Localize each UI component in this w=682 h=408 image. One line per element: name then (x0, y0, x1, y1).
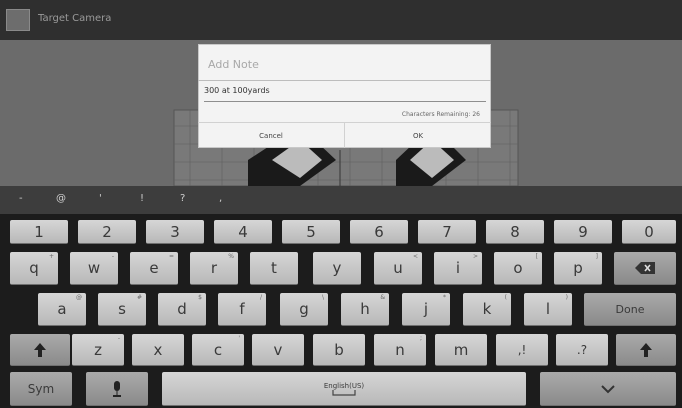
key-v[interactable]: v (252, 334, 304, 366)
key-e[interactable]: e = (130, 252, 178, 285)
characters-remaining: Characters Remaining: 26 (401, 111, 480, 118)
key-6[interactable]: 6 (350, 220, 408, 244)
key-w[interactable]: w- (70, 252, 118, 285)
done-key[interactable]: Done (584, 293, 676, 326)
voice-input-key[interactable] (86, 372, 148, 406)
key-o[interactable]: o[ (494, 252, 542, 285)
key-r[interactable]: r% (190, 252, 238, 285)
shift-key-left[interactable] (10, 334, 70, 366)
sym-key[interactable]: Sym (10, 372, 72, 406)
strip-dash[interactable]: - (19, 193, 23, 204)
key-7[interactable]: 7 (418, 220, 476, 244)
key-8[interactable]: 8 (486, 220, 544, 244)
backspace-key[interactable] (614, 252, 676, 285)
strip-comma[interactable]: , (219, 193, 222, 204)
dialog-title: Add Note (208, 58, 259, 71)
key-j[interactable]: j * (402, 293, 450, 326)
key-f[interactable]: f / (218, 293, 266, 326)
key-1[interactable]: 1 (10, 220, 68, 244)
strip-apostrophe[interactable]: ' (99, 193, 102, 204)
key-n[interactable]: n; (374, 334, 426, 366)
note-input[interactable]: 300 at 100yards (204, 86, 486, 102)
spacebar-icon (332, 389, 356, 396)
dialog-divider (198, 80, 491, 81)
key-5[interactable]: 5 (282, 220, 340, 244)
key-h[interactable]: h & (341, 293, 389, 326)
ok-button[interactable]: OK (345, 123, 491, 148)
key-2[interactable]: 2 (78, 220, 136, 244)
space-language-label: English(US) (323, 381, 365, 390)
strip-question[interactable]: ? (180, 193, 185, 204)
cancel-button[interactable]: Cancel (198, 123, 344, 148)
key-comma[interactable]: ,! (496, 334, 548, 366)
backspace-icon (635, 262, 655, 274)
shift-arrow-icon (34, 342, 46, 357)
shift-arrow-icon (640, 342, 652, 357)
chevron-down-icon (601, 384, 615, 393)
key-3[interactable]: 3 (146, 220, 204, 244)
key-l[interactable]: l) (524, 293, 572, 326)
strip-at[interactable]: @ (56, 193, 66, 204)
key-4[interactable]: 4 (214, 220, 272, 244)
space-key[interactable]: English(US) (162, 372, 526, 406)
key-b[interactable]: b (313, 334, 365, 366)
key-0[interactable]: 0 (622, 220, 676, 244)
key-q[interactable]: q + (10, 252, 58, 285)
key-m[interactable]: m (435, 334, 487, 366)
key-s[interactable]: s # (98, 293, 146, 326)
key-d[interactable]: d $ (158, 293, 206, 326)
strip-exclamation[interactable]: ! (140, 193, 144, 204)
key-y[interactable]: y (313, 252, 361, 285)
microphone-icon (113, 380, 121, 397)
key-i[interactable]: i > (434, 252, 482, 285)
key-p[interactable]: p] (554, 252, 602, 285)
key-x[interactable]: x (132, 334, 184, 366)
app-icon (6, 9, 30, 31)
key-c[interactable]: c ' (192, 334, 244, 366)
key-u[interactable]: u < (374, 252, 422, 285)
key-t[interactable]: t (250, 252, 298, 285)
shift-key-right[interactable] (616, 334, 676, 366)
key-period[interactable]: .? (556, 334, 608, 366)
key-g[interactable]: g \ (280, 293, 328, 326)
key-z[interactable]: z- (72, 334, 124, 366)
key-9[interactable]: 9 (554, 220, 612, 244)
symbol-strip (0, 186, 682, 214)
hide-keyboard-key[interactable] (540, 372, 676, 406)
key-k[interactable]: k( (463, 293, 511, 326)
key-a[interactable]: a @ (38, 293, 86, 326)
app-title: Target Camera (38, 13, 112, 24)
